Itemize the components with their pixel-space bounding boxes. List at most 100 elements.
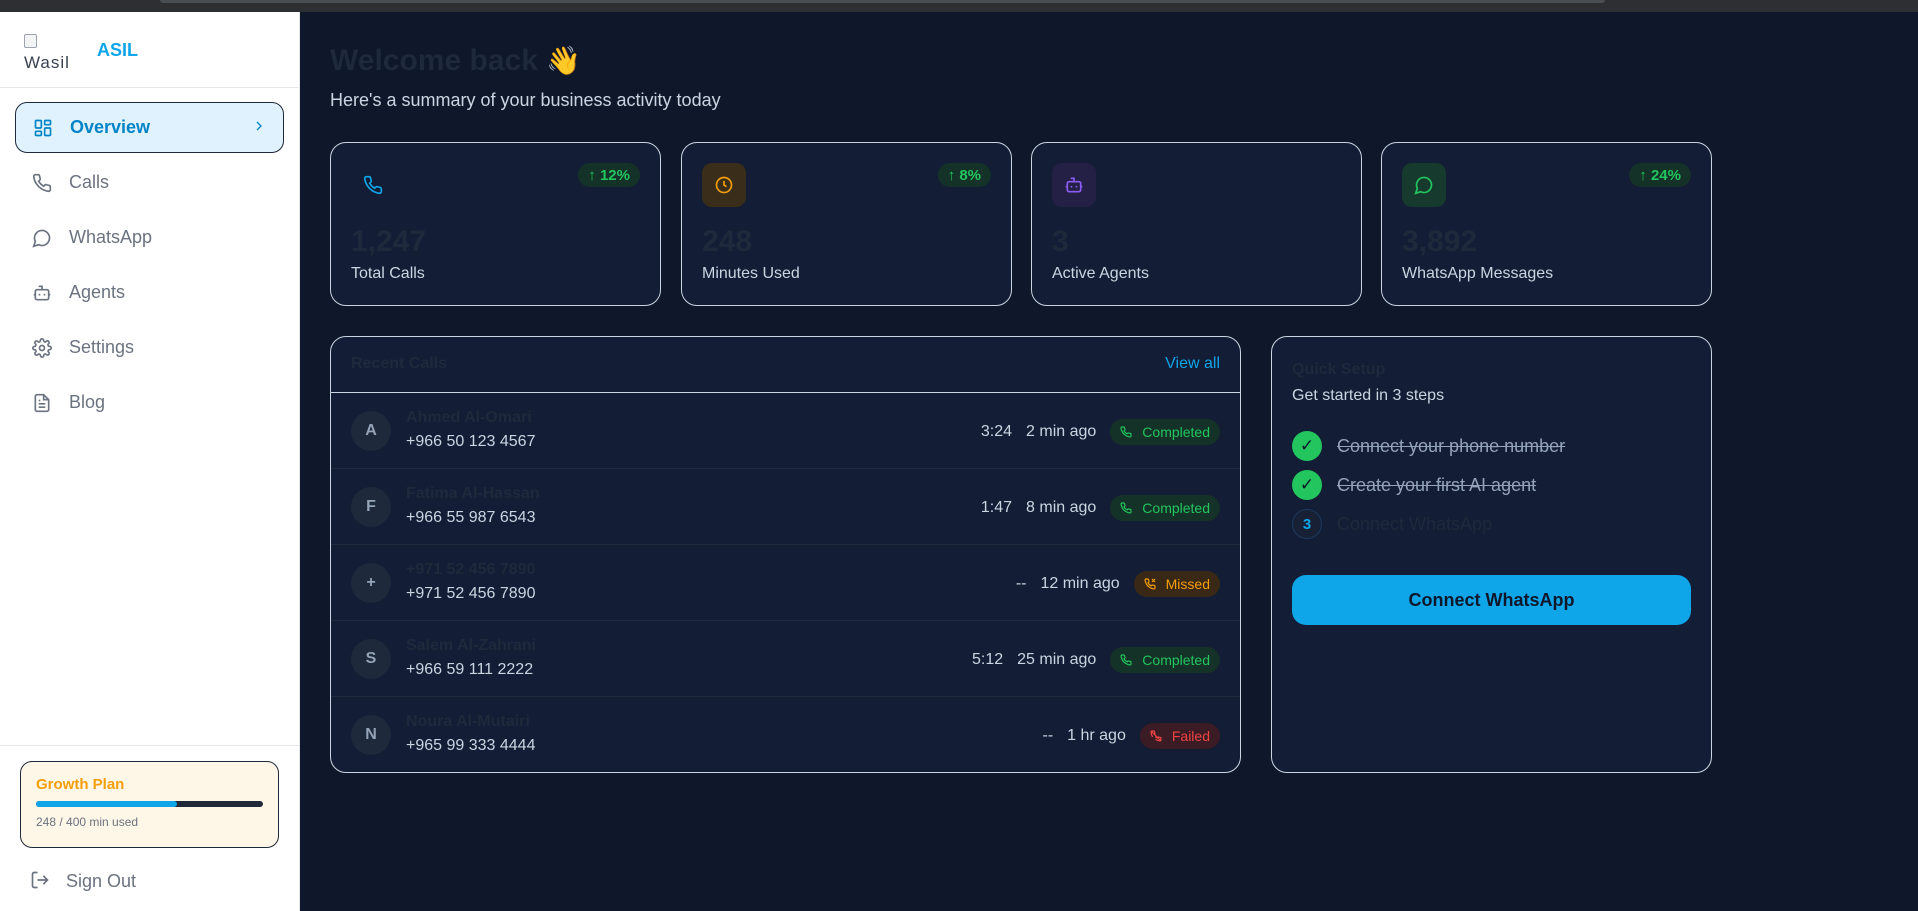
stat-value: 248 [702,225,753,258]
status-badge: Completed [1110,419,1220,445]
status-badge: Failed [1139,723,1220,749]
table-row[interactable]: A Ahmed Al-Omari +966 50 123 4567 3:24 2 min… [331,393,1240,469]
logo-image[interactable]: Wasil [24,34,80,68]
status-label: Completed [1142,500,1210,516]
logout-icon [30,870,52,892]
stat-card-total-calls[interactable]: ↑ 12% 1,247 Total Calls [330,142,661,306]
call-duration: 1:47 [980,499,1013,516]
checkmark-icon: ✓ [1292,431,1322,461]
recent-calls-header: Recent Calls View all [331,337,1240,393]
sidebar-item-settings[interactable]: Settings [15,322,284,373]
caller-name: +971 52 456 7890 [406,561,536,578]
sidebar-item-whatsapp[interactable]: WhatsApp [15,212,284,263]
stat-value: 1,247 [351,225,427,258]
call-duration: -- [1042,727,1054,744]
avatar: + [351,563,391,603]
sidebar-item-label: WhatsApp [69,227,153,247]
call-meta: -- 12 min ago Missed [1016,571,1220,597]
setup-step: 3 Connect WhatsApp [1292,509,1492,539]
gear-icon [31,337,53,359]
status-label: Missed [1165,576,1210,592]
setup-step: ✓ Connect your phone number [1292,431,1565,461]
sidebar-item-label: Calls [69,172,110,192]
avatar: A [351,411,391,451]
status-label: Completed [1142,652,1210,668]
arrow-up-icon: ↑ [588,166,600,184]
call-time: 12 min ago [1040,575,1120,592]
avatar: S [351,639,391,679]
logo-alt-text: Wasil [24,53,70,69]
caller-name: Fatima Al-Hassan [406,485,540,502]
bot-icon [31,282,53,304]
stat-card-minutes-used[interactable]: ↑ 8% 248 Minutes Used [681,142,1012,306]
sidebar-item-blog[interactable]: Blog [15,377,284,428]
sidebar-item-agents[interactable]: Agents [15,267,284,318]
status-label: Completed [1142,424,1210,440]
stat-card-active-agents[interactable]: 3 Active Agents [1031,142,1362,306]
page-subtitle: Here's a summary of your business activi… [330,90,721,110]
plan-usage-fill [36,801,177,807]
call-duration: 5:12 [971,651,1004,668]
setup-step-label: Create your first AI agent [1337,474,1537,495]
table-row[interactable]: S Salem Al-Zahrani +966 59 111 2222 5:12 25 … [331,621,1240,697]
brand-name[interactable]: ASIL [97,40,138,61]
quick-setup-panel: Quick Setup Get started in 3 steps ✓ Con… [1271,336,1712,773]
page-title-text: Welcome back [330,44,538,77]
sign-out-label: Sign Out [66,870,137,891]
phone-off-icon [1150,730,1167,742]
call-time: 8 min ago [1026,499,1097,516]
phone-icon [1120,426,1137,438]
page-title: Welcome back 👋 [330,44,581,78]
table-row[interactable]: N Noura Al-Mutairi +965 99 333 4444 -- 1 hr … [331,697,1240,772]
sidebar-item-calls[interactable]: Calls [15,157,284,208]
setup-step: ✓ Create your first AI agent [1292,470,1536,500]
table-row[interactable]: + +971 52 456 7890 +971 52 456 7890 -- 12 mi… [331,545,1240,621]
phone-icon [351,163,395,207]
call-duration: 3:24 [980,423,1013,440]
call-time: 25 min ago [1017,651,1097,668]
chat-icon [31,227,53,249]
phone-icon [1120,502,1137,514]
call-time: 1 hr ago [1067,727,1126,744]
trend-badge: ↑ 12% [578,163,640,187]
sidebar: Wasil ASIL Overview Calls WhatsApp Agent… [0,12,300,911]
call-time: 2 min ago [1026,423,1097,440]
call-meta: 5:12 25 min ago Completed [972,647,1220,673]
plan-card[interactable]: Growth Plan 248 / 400 min used [20,761,279,848]
phone-missed-icon [1144,578,1161,590]
stat-label: Active Agents [1052,265,1149,282]
stat-label: Minutes Used [702,265,800,282]
browser-tab-strip [160,0,1605,3]
trend-value: 12% [599,166,630,184]
waving-hand-emoji: 👋 [546,45,582,76]
bot-icon [1052,163,1096,207]
call-meta: -- 1 hr ago Failed [1042,723,1220,749]
sidebar-item-label: Overview [70,117,151,137]
view-all-link[interactable]: View all [1165,355,1220,373]
avatar: N [351,715,391,755]
caller-name: Ahmed Al-Omari [406,409,532,426]
trend-value: 8% [959,166,981,184]
sign-out-button[interactable]: Sign Out [30,870,136,892]
sidebar-nav: Overview Calls WhatsApp Agents Settings … [0,88,299,428]
call-meta: 1:47 8 min ago Completed [981,495,1220,521]
setup-step-label: Connect WhatsApp [1337,513,1493,534]
status-badge: Missed [1133,571,1220,597]
plan-name: Growth Plan [36,776,125,793]
arrow-up-icon: ↑ [947,166,960,184]
avatar: F [351,487,391,527]
stat-card-whatsapp-messages[interactable]: ↑ 24% 3,892 WhatsApp Messages [1381,142,1712,306]
status-badge: Completed [1110,647,1220,673]
stat-label: Total Calls [351,265,425,282]
trend-badge: ↑ 8% [937,163,991,187]
table-row[interactable]: F Fatima Al-Hassan +966 55 987 6543 1:47 8 m… [331,469,1240,545]
call-meta: 3:24 2 min ago Completed [981,419,1220,445]
clock-icon [702,163,746,207]
chat-icon [1402,163,1446,207]
checkmark-icon: ✓ [1292,470,1322,500]
sidebar-item-overview[interactable]: Overview [15,102,284,153]
connect-whatsapp-button[interactable]: Connect WhatsApp [1292,575,1691,625]
quick-setup-subtitle: Get started in 3 steps [1292,387,1445,404]
sidebar-item-label: Settings [69,337,135,357]
trend-badge: ↑ 24% [1629,163,1691,187]
